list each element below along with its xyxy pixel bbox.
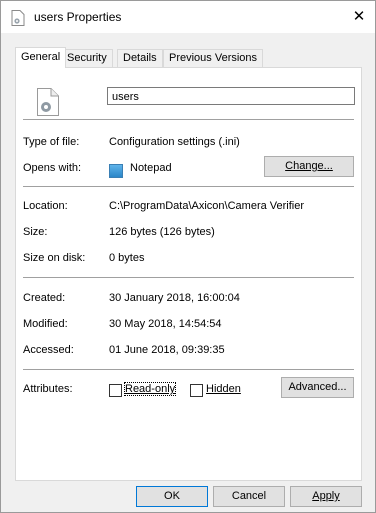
change-button[interactable]: Change... <box>264 156 354 177</box>
created-label: Created: <box>23 292 66 304</box>
apply-button-label: Apply <box>312 490 340 502</box>
type-of-file-value: Configuration settings (.ini) <box>109 136 240 148</box>
settings-file-icon <box>37 88 59 116</box>
apply-button[interactable]: Apply <box>290 486 362 507</box>
window-title: users Properties <box>34 10 122 24</box>
ok-button[interactable]: OK <box>136 486 208 507</box>
hidden-label-text: Hidden <box>206 383 241 395</box>
tab-security[interactable]: Security <box>61 49 113 67</box>
tab-previous-versions[interactable]: Previous Versions <box>163 49 264 67</box>
filename-input[interactable]: users <box>107 87 355 105</box>
location-value: C:\ProgramData\Axicon\Camera Verifier <box>109 200 305 212</box>
properties-dialog: users Properties ✕ General Security Deta… <box>0 0 376 513</box>
change-button-label: Change... <box>285 160 333 172</box>
settings-file-icon <box>11 10 25 26</box>
size-label: Size: <box>23 226 48 238</box>
location-label: Location: <box>23 200 68 212</box>
readonly-checkbox[interactable] <box>109 384 122 397</box>
notepad-icon <box>109 164 123 178</box>
modified-label: Modified: <box>23 318 68 330</box>
type-of-file-label: Type of file: <box>23 136 80 148</box>
tab-details[interactable]: Details <box>117 49 163 67</box>
modified-value: 30 May 2018, 14:54:54 <box>109 318 222 330</box>
advanced-button[interactable]: Advanced... <box>281 377 354 398</box>
general-panel: users Type of file: Configuration settin… <box>15 67 362 481</box>
readonly-label-text: Read-only <box>125 383 176 395</box>
hidden-checkbox[interactable] <box>190 384 203 397</box>
accessed-value: 01 June 2018, 09:39:35 <box>109 344 225 356</box>
size-on-disk-value: 0 bytes <box>109 252 145 264</box>
divider <box>23 277 354 278</box>
size-on-disk-label: Size on disk: <box>23 252 86 264</box>
hidden-label[interactable]: Hidden <box>206 383 241 395</box>
close-icon[interactable]: ✕ <box>349 7 369 27</box>
divider <box>23 369 354 370</box>
size-value: 126 bytes (126 bytes) <box>109 226 215 238</box>
opens-with-label: Opens with: <box>23 162 82 174</box>
opens-with-value: Notepad <box>130 162 172 174</box>
cancel-button[interactable]: Cancel <box>213 486 285 507</box>
divider <box>23 119 354 120</box>
readonly-label[interactable]: Read-only <box>123 382 177 396</box>
tab-general[interactable]: General <box>15 47 67 68</box>
title-bar: users Properties ✕ <box>1 1 375 33</box>
created-value: 30 January 2018, 16:00:04 <box>109 292 240 304</box>
accessed-label: Accessed: <box>23 344 74 356</box>
attributes-label: Attributes: <box>23 383 73 395</box>
divider <box>23 186 354 187</box>
advanced-button-label: Advanced... <box>288 381 347 393</box>
